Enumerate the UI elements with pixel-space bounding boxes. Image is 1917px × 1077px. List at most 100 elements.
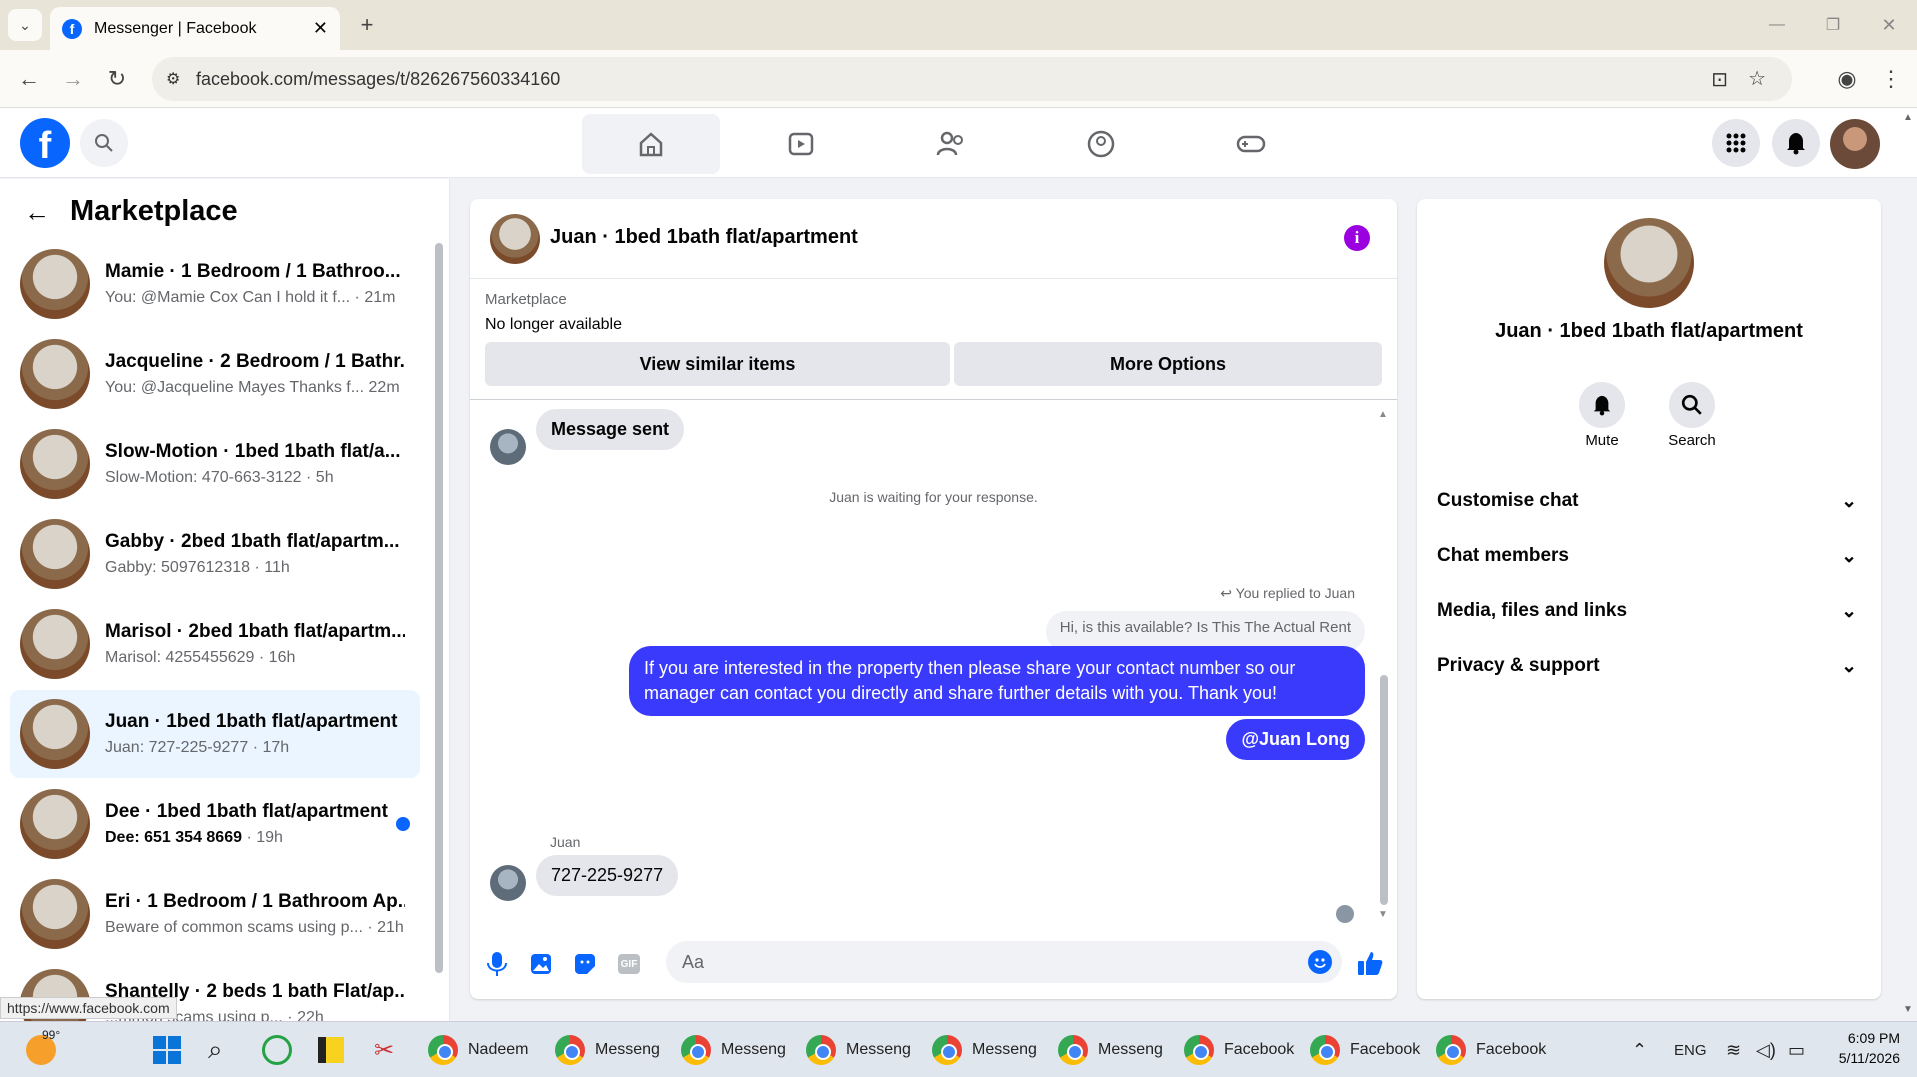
conversation-time: · 17h — [252, 739, 290, 756]
message-bubble[interactable]: Message sent — [536, 409, 685, 450]
list-item[interactable]: Dee · 1bed 1bath flat/apartment Dee: 651… — [10, 780, 420, 868]
reload-icon[interactable]: ↻ — [100, 62, 134, 96]
site-settings-icon[interactable]: ⚙ — [166, 69, 180, 89]
home-tab[interactable] — [582, 114, 720, 174]
wifi-icon[interactable]: ≋ — [1726, 1032, 1741, 1068]
taskbar-app[interactable]: Messeng — [681, 1032, 786, 1068]
search-label: Search — [1668, 432, 1716, 449]
privacy-support-section[interactable]: Privacy & support ⌄ — [1437, 655, 1857, 678]
taskbar-app[interactable]: Messeng — [932, 1032, 1037, 1068]
list-item[interactable]: Juan · 1bed 1bath flat/apartment Juan: 7… — [10, 690, 420, 778]
minimize-icon[interactable]: — — [1762, 10, 1792, 40]
view-similar-items-button[interactable]: View similar items — [485, 342, 950, 386]
chat-members-section[interactable]: Chat members ⌄ — [1437, 545, 1857, 568]
friends-icon — [936, 131, 963, 156]
page-scroll-up-icon[interactable]: ▲ — [1903, 112, 1913, 123]
browser-tab[interactable]: f Messenger | Facebook ✕ — [50, 7, 340, 50]
message-bubble[interactable]: If you are interested in the property th… — [629, 646, 1365, 716]
waiting-notice: Juan is waiting for your response. — [829, 489, 1038, 505]
taskbar-app[interactable]: Messeng — [1058, 1032, 1163, 1068]
battery-icon[interactable]: ▭ — [1788, 1032, 1805, 1068]
photo-icon[interactable] — [530, 953, 552, 980]
scroll-up-icon[interactable]: ▲ — [1378, 409, 1388, 420]
search-icon[interactable] — [80, 119, 128, 167]
scrollbar[interactable] — [434, 229, 444, 1009]
customise-chat-section[interactable]: Customise chat ⌄ — [1437, 490, 1857, 513]
conversation-preview: You: @Mamie Cox Can I hold it f... — [105, 289, 351, 306]
microphone-icon[interactable] — [486, 951, 508, 983]
more-options-button[interactable]: More Options — [954, 342, 1382, 386]
page-scroll-down-icon[interactable]: ▼ — [1903, 1004, 1913, 1015]
video-tab[interactable] — [732, 114, 870, 174]
info-icon[interactable]: i — [1344, 225, 1370, 251]
gif-icon[interactable]: GIF — [618, 954, 640, 974]
chat-title[interactable]: Juan · 1bed 1bath flat/apartment — [550, 226, 858, 249]
url-bar[interactable]: ⚙ facebook.com/messages/t/82626756033416… — [152, 57, 1792, 101]
list-item[interactable]: Gabby · 2bed 1bath flat/apartm... Gabby:… — [10, 510, 420, 598]
scroll-down-icon[interactable]: ▼ — [1378, 909, 1388, 920]
listing-thumbnail — [20, 879, 90, 949]
close-tab-icon[interactable]: ✕ — [313, 18, 328, 39]
profile-icon[interactable]: ◉ — [1830, 62, 1864, 96]
mention-bubble[interactable]: @Juan Long — [1226, 719, 1365, 760]
message-input[interactable]: Aa — [666, 941, 1342, 983]
facebook-logo-icon[interactable]: f — [20, 118, 70, 168]
whatsapp-icon[interactable] — [262, 1032, 292, 1068]
chat-avatar[interactable] — [490, 214, 540, 264]
scrollbar[interactable]: ▲ ▼ — [1378, 405, 1390, 925]
groups-tab[interactable] — [1032, 114, 1170, 174]
close-window-icon[interactable]: ✕ — [1874, 10, 1904, 40]
search-in-chat-button[interactable] — [1669, 382, 1715, 428]
scrollbar-thumb[interactable] — [1380, 675, 1388, 905]
taskbar-app-label: Facebook — [1224, 1041, 1295, 1058]
list-item[interactable]: Marisol · 2bed 1bath flat/apartm... Mari… — [10, 600, 420, 688]
scrollbar-thumb[interactable] — [435, 243, 443, 973]
menu-grid-icon[interactable] — [1712, 119, 1760, 167]
sticky-notes-icon[interactable] — [318, 1032, 344, 1068]
taskbar-app[interactable]: Messeng — [555, 1032, 660, 1068]
volume-icon[interactable]: ◁) — [1756, 1032, 1776, 1068]
new-tab-button[interactable]: + — [352, 10, 382, 40]
back-arrow-icon[interactable]: ← — [24, 197, 50, 228]
chrome-icon — [1058, 1035, 1088, 1065]
reply-indicator: ↩ You replied to Juan — [1220, 585, 1355, 602]
start-icon[interactable] — [152, 1032, 182, 1068]
list-item[interactable]: Mamie · 1 Bedroom / 1 Bathroo... You: @M… — [10, 240, 420, 328]
install-app-icon[interactable]: ⊡ — [1711, 67, 1728, 92]
forward-icon[interactable]: → — [56, 62, 90, 96]
conversation-preview: Beware of common scams using p... — [105, 919, 363, 936]
chevron-up-icon[interactable]: ⌃ — [1632, 1032, 1647, 1068]
conversation-time: · 21m — [354, 289, 396, 306]
listing-photo[interactable] — [1604, 218, 1694, 308]
taskbar-app[interactable]: Facebook — [1184, 1032, 1294, 1068]
taskbar-app[interactable]: Nadeem — [428, 1032, 528, 1068]
gaming-tab[interactable] — [1182, 114, 1320, 174]
list-item[interactable]: Eri · 1 Bedroom / 1 Bathroom Ap... Bewar… — [10, 870, 420, 958]
sticker-icon[interactable] — [574, 953, 596, 980]
list-item[interactable]: Jacqueline · 2 Bedroom / 1 Bathr... You:… — [10, 330, 420, 418]
message-bubble[interactable]: 727-225-9277 — [536, 855, 679, 896]
snipping-tool-icon[interactable]: ✂ — [374, 1032, 394, 1068]
language-indicator[interactable]: ENG — [1674, 1032, 1707, 1068]
media-files-links-section[interactable]: Media, files and links ⌄ — [1437, 600, 1857, 623]
emoji-icon[interactable] — [1308, 950, 1332, 974]
notifications-bell-icon[interactable] — [1772, 119, 1820, 167]
avatar[interactable] — [1830, 119, 1880, 169]
mute-button[interactable] — [1579, 382, 1625, 428]
tab-search-button[interactable]: ⌄ — [8, 9, 42, 41]
weather-widget[interactable]: 99° — [26, 1028, 60, 1068]
clock[interactable]: 6:09 PM 5/11/2026 — [1820, 1028, 1900, 1068]
list-item[interactable]: Slow-Motion · 1bed 1bath flat/a... Slow-… — [10, 420, 420, 508]
like-thumb-icon[interactable] — [1356, 949, 1384, 982]
bookmark-star-icon[interactable]: ☆ — [1748, 66, 1766, 91]
friends-tab[interactable] — [882, 114, 1020, 174]
search-icon[interactable]: ⌕ — [208, 1032, 223, 1068]
menu-dots-icon[interactable]: ⋮ — [1874, 62, 1908, 96]
section-label: Chat members — [1437, 545, 1569, 566]
back-icon[interactable]: ← — [12, 62, 46, 96]
taskbar-app[interactable]: Messeng — [806, 1032, 911, 1068]
taskbar-app-label: Messeng — [972, 1041, 1037, 1058]
taskbar-app[interactable]: Facebook — [1310, 1032, 1420, 1068]
taskbar-app[interactable]: Facebook — [1436, 1032, 1546, 1068]
restore-icon[interactable]: ❐ — [1818, 10, 1848, 40]
